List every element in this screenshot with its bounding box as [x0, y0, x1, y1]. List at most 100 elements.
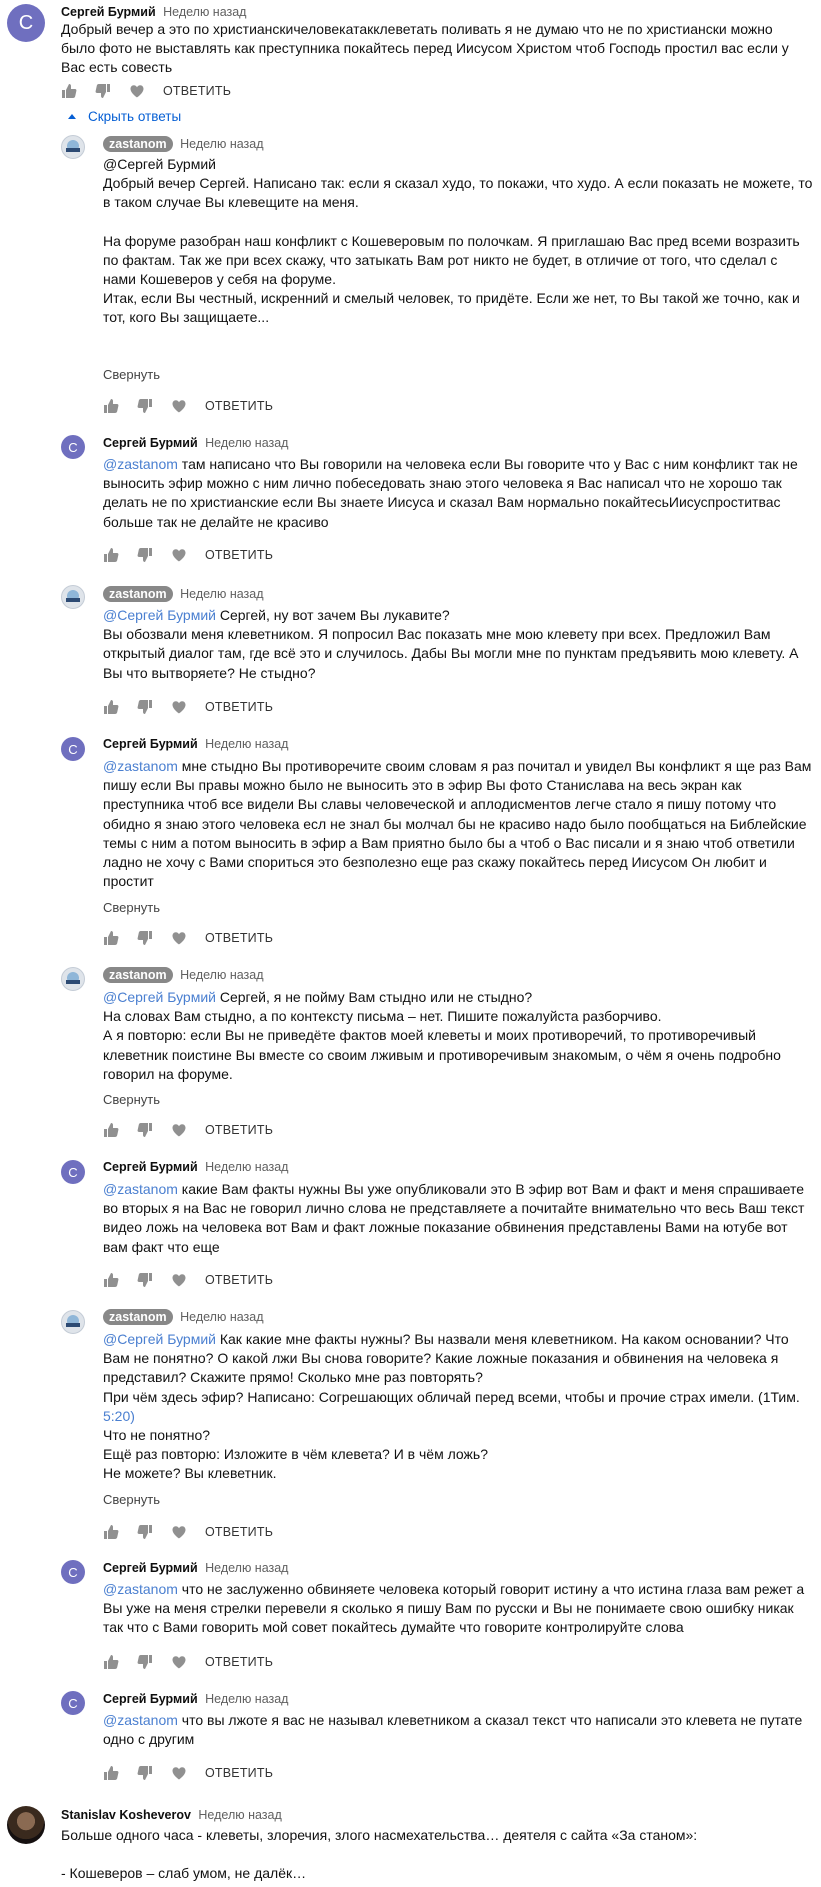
collapse-button[interactable]: Свернуть — [103, 1092, 160, 1107]
thumbs-down-icon[interactable] — [137, 398, 153, 414]
comment-header: zastanom Неделю назад — [103, 1309, 264, 1325]
comment-text: @Сергей Бурмий Сергей, ну вот зачем Вы л… — [103, 607, 799, 681]
reply-button[interactable]: ОТВЕТИТЬ — [205, 548, 273, 562]
timestamp[interactable]: Неделю назад — [205, 1561, 288, 1575]
thumbs-up-icon[interactable] — [103, 1524, 119, 1540]
mention-link[interactable]: @zastanom — [103, 1181, 178, 1197]
author-badge[interactable]: zastanom — [103, 586, 173, 602]
mention-link[interactable]: @zastanom — [103, 758, 178, 774]
reply-button[interactable]: ОТВЕТИТЬ — [205, 700, 273, 714]
reply-button[interactable]: ОТВЕТИТЬ — [205, 1123, 273, 1137]
author-name[interactable]: Сергей Бурмий — [61, 5, 156, 19]
timestamp[interactable]: Неделю назад — [180, 137, 263, 151]
collapse-button[interactable]: Свернуть — [103, 367, 160, 382]
reply-button[interactable]: ОТВЕТИТЬ — [163, 84, 231, 98]
thumbs-down-icon[interactable] — [137, 1272, 153, 1288]
timestamp[interactable]: Неделю назад — [163, 5, 246, 19]
avatar[interactable]: С — [7, 4, 45, 42]
author-badge[interactable]: zastanom — [103, 967, 173, 983]
author-name[interactable]: Stanislav Kosheverov — [61, 1808, 191, 1822]
author-name[interactable]: Сергей Бурмий — [103, 1561, 198, 1575]
thumbs-down-icon[interactable] — [95, 83, 111, 99]
heart-icon[interactable] — [171, 547, 187, 563]
thumbs-down-icon[interactable] — [137, 930, 153, 946]
comment-actions: ОТВЕТИТЬ — [103, 697, 273, 717]
timestamp[interactable]: Неделю назад — [205, 436, 288, 450]
thumbs-up-icon[interactable] — [61, 83, 77, 99]
thumbs-up-icon[interactable] — [103, 930, 119, 946]
thumbs-down-icon[interactable] — [137, 547, 153, 563]
comment-actions: ОТВЕТИТЬ — [61, 81, 231, 101]
avatar[interactable] — [7, 1806, 45, 1844]
heart-icon[interactable] — [129, 83, 145, 99]
comment-actions: ОТВЕТИТЬ — [103, 1763, 273, 1783]
thumbs-up-icon[interactable] — [103, 1122, 119, 1138]
thumbs-down-icon[interactable] — [137, 1122, 153, 1138]
thumbs-up-icon[interactable] — [103, 547, 119, 563]
comment-header: Сергей Бурмий Неделю назад — [61, 4, 246, 20]
heart-icon[interactable] — [171, 1524, 187, 1540]
heart-icon[interactable] — [171, 1765, 187, 1781]
avatar[interactable] — [61, 585, 85, 609]
mention-link[interactable]: @zastanom — [103, 456, 178, 472]
timestamp[interactable]: Неделю назад — [205, 1160, 288, 1174]
comment-text: @Сергей Бурмий Как какие мне факты нужны… — [103, 1331, 800, 1482]
thumbs-up-icon[interactable] — [103, 699, 119, 715]
avatar[interactable]: С — [61, 737, 85, 761]
author-name[interactable]: Сергей Бурмий — [103, 436, 198, 450]
thumbs-up-icon[interactable] — [103, 398, 119, 414]
heart-icon[interactable] — [171, 1654, 187, 1670]
comment-text: Больше одного часа - клеветы, злоречия, … — [61, 1827, 698, 1882]
comment-header: zastanom Неделю назад — [103, 967, 264, 983]
timestamp[interactable]: Неделю назад — [205, 1692, 288, 1706]
avatar[interactable] — [61, 967, 85, 991]
author-name[interactable]: Сергей Бурмий — [103, 1160, 198, 1174]
avatar[interactable]: С — [61, 1560, 85, 1584]
avatar[interactable]: С — [61, 1160, 85, 1184]
collapse-button[interactable]: Свернуть — [103, 1492, 160, 1507]
reply-button[interactable]: ОТВЕТИТЬ — [205, 1273, 273, 1287]
mention-link[interactable]: @zastanom — [103, 1581, 178, 1597]
author-badge[interactable]: zastanom — [103, 136, 173, 152]
reply-button[interactable]: ОТВЕТИТЬ — [205, 399, 273, 413]
timestamp[interactable]: Неделю назад — [180, 1310, 263, 1324]
timestamp[interactable]: Неделю назад — [180, 968, 263, 982]
avatar[interactable] — [61, 135, 85, 159]
comment-text: @zastanom там написано что Вы говорили н… — [103, 456, 798, 530]
heart-icon[interactable] — [171, 699, 187, 715]
avatar[interactable] — [61, 1310, 85, 1334]
thumbs-down-icon[interactable] — [137, 1654, 153, 1670]
avatar[interactable]: С — [61, 1691, 85, 1715]
reply-button[interactable]: ОТВЕТИТЬ — [205, 931, 273, 945]
reply-button[interactable]: ОТВЕТИТЬ — [205, 1766, 273, 1780]
comment-header: Сергей Бурмий Неделю назад — [103, 435, 288, 451]
heart-icon[interactable] — [171, 1122, 187, 1138]
reply-button[interactable]: ОТВЕТИТЬ — [205, 1525, 273, 1539]
mention-link[interactable]: @Сергей Бурмий — [103, 607, 216, 623]
comment-header: Сергей Бурмий Неделю назад — [103, 1691, 288, 1707]
author-name[interactable]: Сергей Бурмий — [103, 1692, 198, 1706]
author-badge[interactable]: zastanom — [103, 1309, 173, 1325]
hide-replies-button[interactable]: Скрыть ответы — [68, 109, 181, 124]
timestamp[interactable]: Неделю назад — [205, 737, 288, 751]
timestamp[interactable]: Неделю назад — [198, 1808, 281, 1822]
collapse-button[interactable]: Свернуть — [103, 900, 160, 915]
thumbs-down-icon[interactable] — [137, 1765, 153, 1781]
mention-link[interactable]: @Сергей Бурмий — [103, 989, 216, 1005]
thumbs-up-icon[interactable] — [103, 1654, 119, 1670]
heart-icon[interactable] — [171, 1272, 187, 1288]
heart-icon[interactable] — [171, 930, 187, 946]
heart-icon[interactable] — [171, 398, 187, 414]
thumbs-up-icon[interactable] — [103, 1272, 119, 1288]
comment-text: @Сергей Бурмий Добрый вечер Сергей. Напи… — [103, 156, 813, 326]
reply-button[interactable]: ОТВЕТИТЬ — [205, 1655, 273, 1669]
mention-link[interactable]: @zastanom — [103, 1712, 178, 1728]
mention-link[interactable]: @Сергей Бурмий — [103, 1331, 216, 1347]
scripture-link[interactable]: 5:20) — [103, 1408, 135, 1424]
author-name[interactable]: Сергей Бурмий — [103, 737, 198, 751]
timestamp[interactable]: Неделю назад — [180, 587, 263, 601]
avatar[interactable]: С — [61, 435, 85, 459]
thumbs-down-icon[interactable] — [137, 1524, 153, 1540]
thumbs-up-icon[interactable] — [103, 1765, 119, 1781]
thumbs-down-icon[interactable] — [137, 699, 153, 715]
